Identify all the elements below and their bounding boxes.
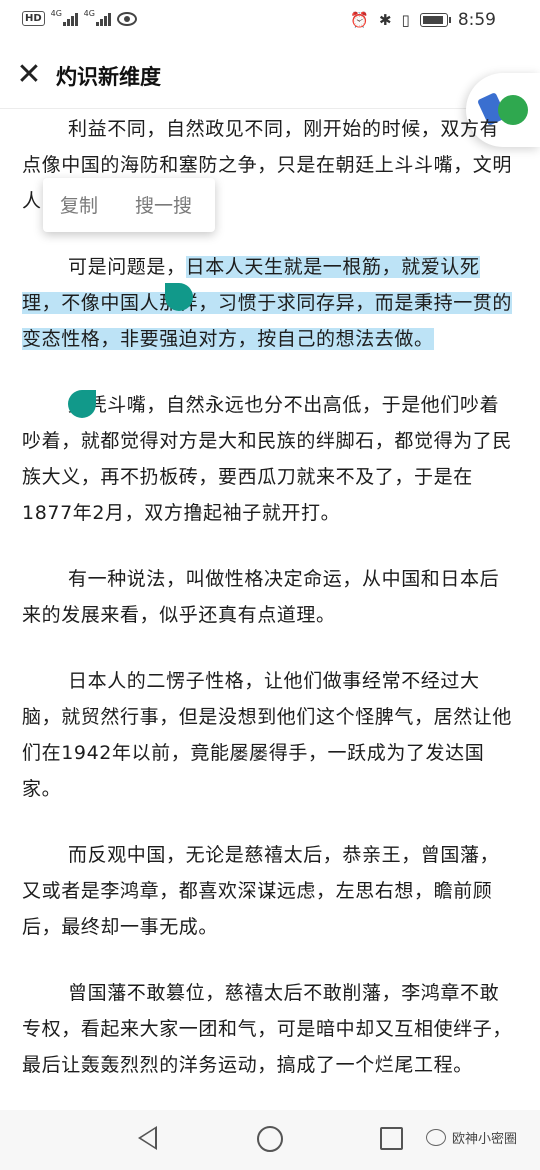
battery-icon — [419, 13, 451, 27]
text-selection-menu: 复制 搜一搜 — [43, 178, 215, 232]
selection-end-handle[interactable] — [68, 390, 96, 418]
watermark-label: 欧神小密圈 — [452, 1132, 518, 1147]
paragraph-text: 日本人的二愣子性格，让他们做事经常不经过大脑，就贸然行事，但是没想到他们这个怪脾… — [22, 670, 513, 800]
paragraph-text: 可是问题是， — [68, 256, 186, 278]
close-button[interactable]: ✕ — [12, 58, 46, 92]
paragraph-text: 光凭斗嘴，自然永远也分不出高低，于是他们吵着吵着，就都觉得对方是大和民族的绊脚石… — [22, 394, 513, 524]
home-icon[interactable] — [257, 1126, 283, 1152]
copy-button[interactable]: 复制 — [60, 191, 98, 218]
paragraph-text: 曾国藩不敢篡位，慈禧太后不敢削藩，李鸿章不敢专权，看起来大家一团和气，可是暗中却… — [22, 982, 513, 1076]
article-paragraph: 曾国藩不敢篡位，慈禧太后不敢削藩，李鸿章不敢专权，看起来大家一团和气，可是暗中却… — [22, 975, 518, 1083]
article-body: 利益不同，自然政见不同，刚开始的时候，双方有点像中国的海防和塞防之争，只是在朝廷… — [22, 111, 518, 1113]
watermark: 欧神小密圈 — [426, 1128, 517, 1147]
article-paragraph: 光凭斗嘴，自然永远也分不出高低，于是他们吵着吵着，就都觉得对方是大和民族的绊脚石… — [22, 387, 518, 531]
bluetooth-icon: ✱ — [378, 11, 392, 29]
search-button[interactable]: 搜一搜 — [135, 191, 192, 218]
clock: 8:59 — [457, 10, 496, 30]
vibrate-icon: ▯ — [401, 11, 410, 29]
eye-comfort-icon — [116, 11, 137, 26]
article-paragraph: 有一种说法，叫做性格决定命运，从中国和日本后来的发展来看，似乎还真有点道理。 — [22, 561, 518, 633]
article-paragraph: 可是问题是，日本人天生就是一根筋，就爱认死理，不像中国人那样，习惯于求同存异，而… — [22, 249, 518, 357]
recent-apps-icon[interactable] — [380, 1127, 403, 1150]
signal-label: 4G — [83, 9, 95, 18]
signal-icon: 4G — [83, 9, 111, 26]
article-paragraph: 日本人的二愣子性格，让他们做事经常不经过大脑，就贸然行事，但是没想到他们这个怪脾… — [22, 663, 518, 807]
alarm-icon: ⏰ — [350, 11, 369, 29]
signal-icon: 4G — [50, 9, 78, 26]
paragraph-text: 而反观中国，无论是慈禧太后，恭亲王，曾国藩，又或者是李鸿章，都喜欢深谋远虑，左思… — [22, 844, 500, 938]
article-paragraph: 而反观中国，无论是慈禧太后，恭亲王，曾国藩，又或者是李鸿章，都喜欢深谋远虑，左思… — [22, 837, 518, 945]
status-left: HD 4G 4G — [22, 9, 137, 26]
status-bar: HD 4G 4G ⏰ ✱ ▯ 8:59 — [0, 0, 540, 44]
header: ✕ 灼识新维度 — [0, 44, 540, 109]
selection-start-handle[interactable] — [165, 283, 193, 311]
back-icon[interactable] — [138, 1126, 157, 1150]
paragraph-text: 有一种说法，叫做性格决定命运，从中国和日本后来的发展来看，似乎还真有点道理。 — [22, 568, 500, 626]
page-title: 灼识新维度 — [56, 65, 161, 89]
status-right: ⏰ ✱ ▯ 8:59 — [350, 10, 496, 30]
hd-badge: HD — [22, 11, 45, 26]
signal-label: 4G — [50, 9, 62, 18]
close-icon: ✕ — [16, 57, 42, 92]
navigation-bar: 欧神小密圈 — [0, 1110, 540, 1170]
wechat-icon — [426, 1129, 446, 1146]
